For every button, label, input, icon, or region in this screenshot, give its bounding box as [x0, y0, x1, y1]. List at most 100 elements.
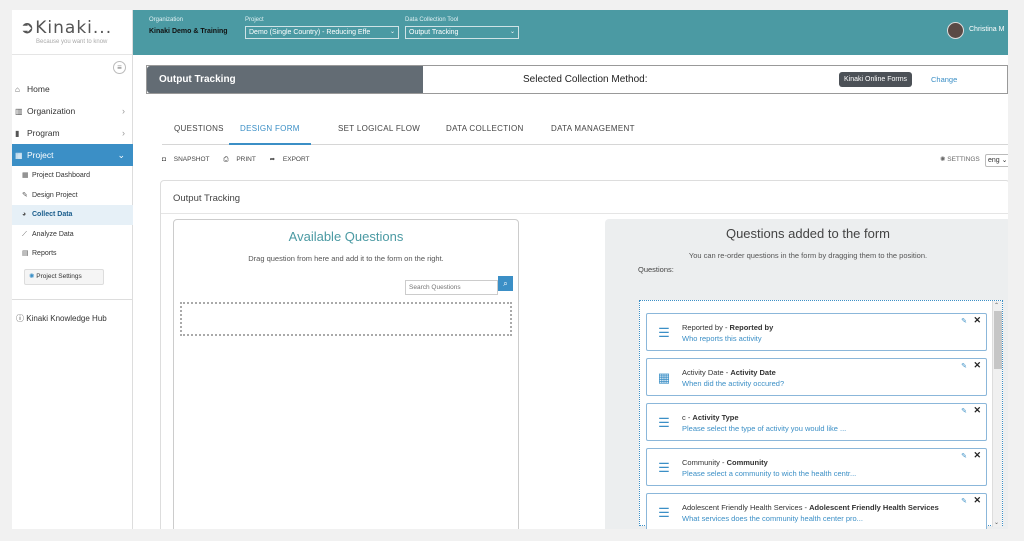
- pencil-icon: ✎: [22, 191, 28, 199]
- search-icon[interactable]: ⌕: [498, 276, 513, 291]
- tab-set-logical-flow[interactable]: SET LOGICAL FLOW: [338, 117, 420, 145]
- question-dropzone[interactable]: [180, 302, 512, 336]
- app-frame: ➲Kinaki... Because you want to know ≡ ⌂ H…: [12, 10, 1008, 529]
- available-questions-panel: Available Questions Drag question from h…: [173, 219, 519, 529]
- sidebar-nav: ⌂ Home ▥ Organization › ▮ Program › ▦ Projec…: [12, 78, 133, 330]
- question-title: Activity Type: [692, 413, 739, 422]
- list-icon: ☰: [658, 505, 670, 520]
- tab-design-form[interactable]: DESIGN FORM: [229, 117, 311, 145]
- sidebar-item-home[interactable]: ⌂ Home: [12, 78, 133, 100]
- chevron-right-icon: ›: [122, 106, 125, 116]
- form-title: Output Tracking: [173, 193, 241, 204]
- question-name: Activity Date - Activity Date: [682, 368, 776, 377]
- logo-text: Kinaki...: [35, 18, 113, 38]
- tagline: Because you want to know: [36, 39, 108, 45]
- pencil-icon[interactable]: ✎: [961, 497, 967, 505]
- menu-toggle-icon[interactable]: ≡: [113, 61, 126, 74]
- snapshot-label: SNAPSHOT: [173, 156, 210, 163]
- form-designer-card: Output Tracking Available Questions Drag…: [160, 180, 1008, 529]
- tab-data-management[interactable]: DATA MANAGEMENT: [551, 117, 635, 145]
- tab-data-collection[interactable]: DATA COLLECTION: [446, 117, 524, 145]
- search-box: ⌕: [405, 276, 513, 295]
- question-list[interactable]: ☰ Reported by - Reported by Who reports …: [639, 300, 1003, 529]
- knowledge-hub-link[interactable]: ⓘ Kinaki Knowledge Hub: [12, 308, 133, 330]
- chevron-down-icon[interactable]: ⌄: [994, 519, 999, 526]
- sidebar-subitem-project-dashboard[interactable]: ▦ Project Dashboard: [12, 166, 133, 186]
- close-icon[interactable]: ✕: [973, 360, 981, 371]
- snapshot-button[interactable]: ◘ SNAPSHOT: [162, 156, 216, 163]
- sidebar-item-label: Program: [27, 128, 60, 138]
- pie-chart-icon: ◕: [22, 211, 27, 218]
- question-title: Adolescent Friendly Health Services: [809, 503, 939, 512]
- project-label: Project: [245, 17, 264, 23]
- close-icon[interactable]: ✕: [973, 405, 981, 416]
- card-divider: [161, 213, 1008, 214]
- sidebar-item-organization[interactable]: ▥ Organization ›: [12, 100, 133, 122]
- question-name: Community - Community: [682, 458, 768, 467]
- pencil-icon[interactable]: ✎: [961, 362, 967, 370]
- settings-button[interactable]: ✺ SETTINGS: [940, 155, 980, 163]
- list-item[interactable]: ▦ Activity Date - Activity Date When did…: [646, 358, 987, 396]
- sidebar-divider: [12, 298, 133, 300]
- language-select[interactable]: eng ⌄: [985, 154, 1008, 167]
- tool-field: Data Collection Tool Output Tracking ⌄: [405, 17, 519, 39]
- sidebar-item-project[interactable]: ▦ Project ⌄: [12, 144, 133, 166]
- username[interactable]: Christina M: [969, 26, 1004, 33]
- list-item[interactable]: ☰ c - Activity Type Please select the ty…: [646, 403, 987, 441]
- close-icon[interactable]: ✕: [973, 450, 981, 461]
- sidebar-subitem-reports[interactable]: ▤ Reports: [12, 244, 133, 264]
- project-select[interactable]: Demo (Single Country) - Reducing Effe ⌄: [245, 26, 399, 39]
- list-item[interactable]: ☰ Community - Community Please select a …: [646, 448, 987, 486]
- print-button[interactable]: ⎙ PRINT: [223, 156, 262, 163]
- sidebar-subitem-design-project[interactable]: ✎ Design Project: [12, 186, 133, 206]
- question-description: Please select the type of activity you w…: [682, 424, 847, 433]
- export-button[interactable]: ➦ EXPORT: [270, 156, 316, 163]
- change-method-link[interactable]: Change: [931, 72, 957, 87]
- question-title: Activity Date: [730, 368, 776, 377]
- list-item[interactable]: ☰ Reported by - Reported by Who reports …: [646, 313, 987, 351]
- pencil-icon[interactable]: ✎: [961, 407, 967, 415]
- close-icon[interactable]: ✕: [973, 315, 981, 326]
- collection-method-badge: Kinaki Online Forms: [839, 72, 913, 87]
- gear-icon: ✺: [940, 156, 946, 163]
- sidebar-subitem-analyze-data[interactable]: ⟋ Analyze Data: [12, 225, 133, 245]
- sidebar-item-program[interactable]: ▮ Program ›: [12, 122, 133, 144]
- sidebar-item-label: Project: [27, 150, 54, 160]
- sidebar-subitem-label: Reports: [32, 250, 57, 257]
- tool-select-value: Output Tracking: [409, 29, 459, 36]
- chevron-down-icon: ⌄: [389, 29, 395, 35]
- question-prefix: Reported by -: [682, 323, 730, 332]
- questions-label: Questions:: [638, 265, 674, 274]
- chevron-down-icon: ⌄: [117, 150, 125, 160]
- chevron-up-icon[interactable]: ⌃: [994, 302, 999, 309]
- sidebar-subitem-label: Collect Data: [32, 211, 73, 218]
- organization-label: Organization: [149, 17, 184, 23]
- chevron-down-icon: ⌄: [1001, 157, 1008, 164]
- question-description: What services does the community health …: [682, 514, 863, 523]
- sidebar-subitem-collect-data[interactable]: ◕ Collect Data: [12, 205, 133, 225]
- pencil-icon[interactable]: ✎: [961, 452, 967, 460]
- print-icon: ⎙: [223, 156, 229, 163]
- pencil-icon[interactable]: ✎: [961, 317, 967, 325]
- close-icon[interactable]: ✕: [973, 495, 981, 506]
- tab-questions[interactable]: QUESTIONS: [174, 117, 224, 145]
- search-input[interactable]: [405, 280, 498, 295]
- sidebar-subitem-label: Design Project: [32, 191, 78, 199]
- sidebar-subitem-label: Project Dashboard: [32, 172, 90, 179]
- tab-bar: QUESTIONS DESIGN FORM SET LOGICAL FLOW D…: [162, 117, 1008, 145]
- list-item[interactable]: ☰ Adolescent Friendly Health Services - …: [646, 493, 987, 529]
- question-list-scrollbar[interactable]: ⌃ ⌄: [992, 301, 1002, 527]
- settings-label: SETTINGS: [947, 156, 980, 163]
- scrollbar-thumb[interactable]: [994, 311, 1002, 369]
- share-icon: ➦: [269, 156, 276, 163]
- tool-select[interactable]: Output Tracking ⌄: [405, 26, 519, 39]
- avatar[interactable]: [947, 22, 964, 39]
- chevron-down-icon: ⌄: [509, 29, 515, 35]
- gear-icon: ✺: [29, 272, 35, 280]
- project-settings-button[interactable]: ✺ Project Settings: [24, 268, 104, 285]
- added-questions-hint: You can re-order questions in the form b…: [688, 251, 928, 260]
- project-field: Project Demo (Single Country) - Reducing…: [245, 17, 399, 39]
- question-name: Reported by - Reported by: [682, 323, 773, 332]
- collection-method-label: Selected Collection Method:: [523, 74, 648, 85]
- brand[interactable]: ➲Kinaki... Because you want to know: [12, 10, 132, 55]
